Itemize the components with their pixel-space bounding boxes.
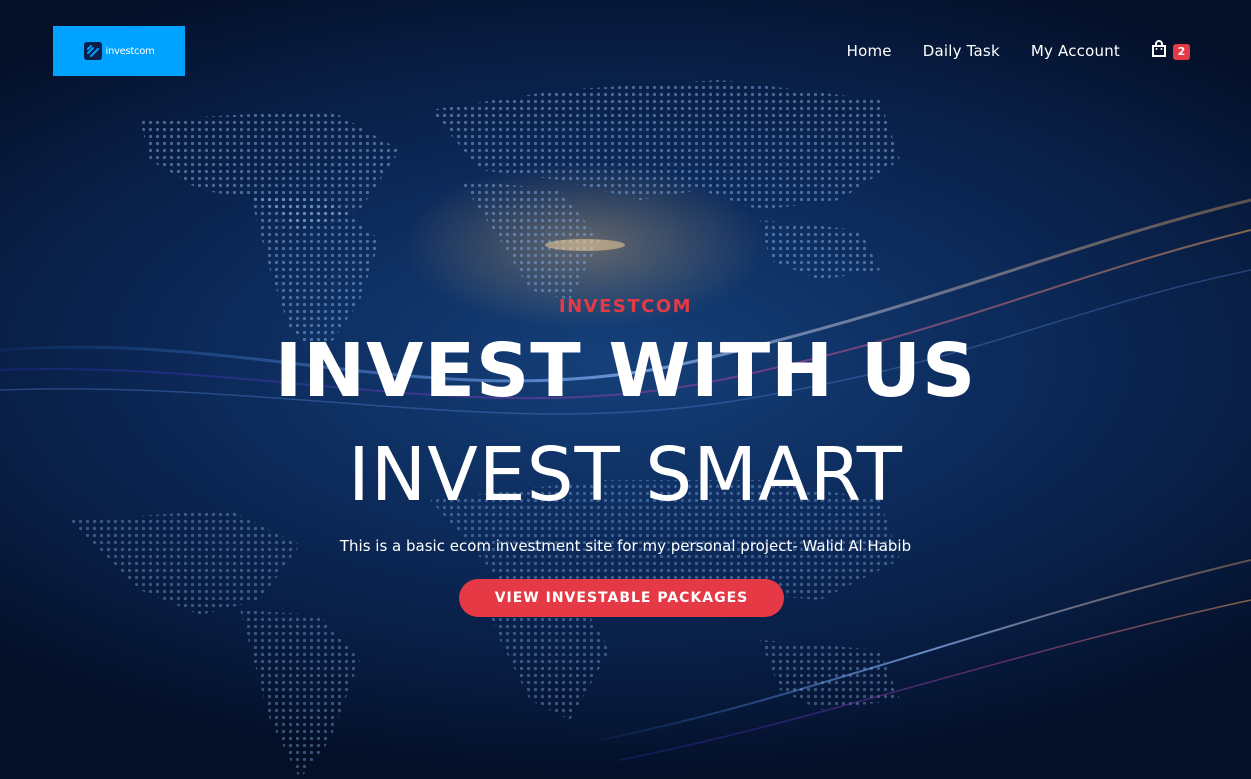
hero-section: INVESTCOM INVEST WITH US INVEST SMART Th… bbox=[0, 0, 1251, 779]
hero-headline: INVEST WITH US bbox=[274, 328, 977, 414]
hero-eyebrow: INVESTCOM bbox=[558, 296, 693, 317]
view-packages-button[interactable]: VIEW INVESTABLE PACKAGES bbox=[459, 579, 784, 617]
hero-description: This is a basic ecom investment site for… bbox=[339, 537, 912, 555]
hero-subheadline: INVEST SMART bbox=[348, 432, 903, 518]
